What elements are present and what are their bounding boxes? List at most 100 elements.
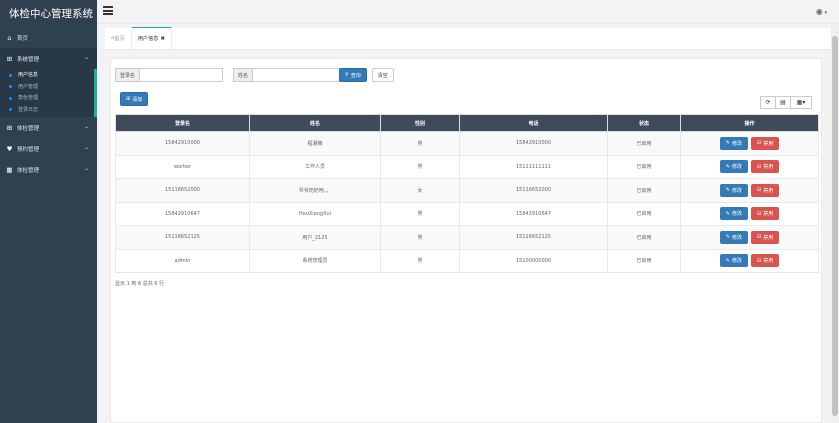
refresh-icon[interactable]: ⟳ [760, 96, 776, 109]
edit-button-label: 修改 [731, 187, 742, 194]
column-header[interactable]: 登录名 [115, 114, 250, 132]
login-name-label: 登录名 [116, 69, 141, 81]
minus-square-icon: ⊟ [757, 187, 762, 194]
sidebar-menu: ⌂ 首页 ⊞ 系统管理 ⌄ [0, 27, 97, 69]
table-row[interactable]: 15116652000 爷爷奶奶呵。。女 15116652000 已启用 ✎ 修改 ⊟ 禁用 [115, 178, 819, 203]
edit-button-label: 修改 [731, 234, 742, 241]
actions-cell: ✎ 修改 ⊟ 禁用 [680, 225, 819, 250]
edit-button-label: 修改 [731, 164, 742, 171]
tab-home[interactable]: ⌂ 首页 [105, 27, 132, 49]
edit-button-label: 修改 [731, 258, 742, 265]
column-header[interactable]: 姓名 [249, 114, 381, 132]
table-cell: 女 [380, 178, 460, 203]
table-cell: 已启用 [607, 131, 681, 156]
edit-icon: ✎ [725, 140, 730, 147]
login-name-field: 登录名 [115, 68, 224, 82]
table-cell: 15116652125 [115, 225, 250, 250]
calendar-icon: ▦ [6, 165, 13, 174]
table-cell: 用户_2125 [249, 225, 381, 250]
sidebar-item-label: 体检管理 [17, 125, 40, 132]
search-form: 登录名 姓名 ⚲ 查询 清空 [115, 68, 394, 82]
tab-user-info[interactable]: 用户信息 ✖ [131, 27, 173, 49]
edit-button[interactable]: ✎ 修改 [719, 160, 748, 174]
disable-button[interactable]: ⊟ 禁用 [751, 183, 780, 197]
table-row[interactable]: 15116652125 用户_2125 男 15116652125 已启用 ✎ 修改 ⊟ 禁用 [115, 225, 819, 250]
table-row[interactable]: 15842910000 程湘楠男 15842910000 已启用 ✎ 修改 ⊟ 禁用 [115, 131, 819, 156]
table-cell: 已启用 [607, 154, 681, 179]
page-scrollbar[interactable] [831, 24, 839, 423]
edit-button[interactable]: ✎ 修改 [719, 207, 748, 221]
edit-button[interactable]: ✎ 修改 [719, 254, 748, 268]
table-toolbar: ⟳ ▤ ▦▾ [760, 96, 812, 109]
table-cell: 15842910647 [115, 201, 250, 226]
tab-label: 用户信息 [137, 36, 159, 42]
add-button-label: 添加 [132, 96, 143, 103]
table-cell: 系统管理员 [249, 248, 381, 273]
table-cell: 男 [380, 248, 460, 273]
sidebar-subitem-login-log[interactable]: 登录日志 [0, 104, 94, 116]
sidebar-item-exam[interactable]: ⊞ 体检管理 ⌄ [0, 117, 97, 138]
sidebar-item-label: 预约管理 [17, 146, 40, 153]
actions-cell: ✎ 修改 ⊟ 禁用 [680, 178, 819, 203]
name-field: 姓名 [233, 68, 341, 82]
column-header[interactable]: 操作 [680, 114, 819, 132]
sidebar-subitem-role-manage[interactable]: 角色管理 [0, 92, 94, 104]
plus-square-icon: ⊞ [6, 123, 13, 132]
add-button[interactable]: ⊞ 添加 [120, 92, 149, 106]
disable-button-label: 禁用 [763, 211, 774, 218]
table-row[interactable]: 15842910647 HouXiangXui 男 15842910647 已启用 ✎ 修改… [115, 201, 819, 226]
disable-button-label: 禁用 [763, 234, 774, 241]
table-cell: 已启用 [607, 178, 681, 203]
sidebar-submenu: 用户信息 用户管理 角色管理 登录日志 [0, 69, 97, 117]
page-tabs: ⌂ 首页 用户信息 ✖ [105, 27, 832, 50]
sidebar-item-exam-2[interactable]: ▦ 体检管理 ⌄ [0, 159, 97, 180]
edit-button[interactable]: ✎ 修改 [719, 230, 748, 244]
column-header[interactable]: 电话 [459, 114, 608, 132]
tab-label: 首页 [114, 35, 125, 42]
sidebar-item-system[interactable]: ⊞ 系统管理 ⌄ [0, 48, 97, 69]
edit-icon: ✎ [725, 257, 730, 264]
columns-dropdown-icon[interactable]: ▦▾ [790, 96, 812, 109]
sidebar-item-appointment[interactable]: ♥ 预约管理 ⌄ [0, 138, 97, 159]
sidebar-item-home[interactable]: ⌂ 首页 [0, 27, 97, 48]
sidebar-subitem-user-manage[interactable]: 用户管理 [0, 81, 94, 93]
edit-icon: ✎ [725, 187, 730, 194]
minus-square-icon: ⊟ [757, 210, 762, 217]
disable-button[interactable]: ⊟ 禁用 [751, 136, 780, 150]
minus-square-icon: ⊟ [757, 234, 762, 241]
edit-button[interactable]: ✎ 修改 [719, 136, 748, 150]
disable-button[interactable]: ⊟ 禁用 [751, 254, 780, 268]
caret-down-icon: ▾ [822, 10, 827, 16]
table-row[interactable]: worker 工作人员男 15111111111 已启用 ✎ 修改 ⊟ 禁用 [115, 154, 819, 179]
edit-button[interactable]: ✎ 修改 [719, 183, 748, 197]
disable-button[interactable]: ⊟ 禁用 [751, 230, 780, 244]
menu-toggle-icon[interactable] [103, 6, 113, 15]
reset-button[interactable]: 清空 [371, 68, 394, 82]
table-cell: 已启用 [607, 248, 681, 273]
table-header-row: 登录名 姓名 性别 电话 状态 操作 [115, 114, 819, 132]
user-icon: ◉ [815, 7, 823, 16]
chevron-down-icon: ⌄ [83, 54, 89, 61]
chevron-down-icon: ⌄ [83, 165, 89, 172]
user-dropdown[interactable]: ◉ ▾ [816, 7, 827, 16]
sidebar-menu-lower: ⊞ 体检管理 ⌄ ♥ 预约管理 ⌄ ▦ 体检管理 ⌄ [0, 117, 97, 180]
table-row[interactable]: admin 系统管理员男 15100000000 已启用 ✎ 修改 ⊟ 禁用 [115, 248, 819, 273]
close-circle-icon[interactable]: ✖ [160, 36, 165, 42]
minus-square-icon: ⊟ [757, 140, 762, 147]
scrollbar-thumb[interactable] [832, 36, 838, 416]
search-button[interactable]: ⚲ 查询 [339, 68, 367, 82]
sidebar-item-label: 系统管理 [17, 56, 40, 63]
column-header[interactable]: 状态 [607, 114, 681, 132]
login-name-input[interactable] [140, 69, 223, 81]
disable-button[interactable]: ⊟ 禁用 [751, 160, 780, 174]
table-cell: worker [115, 154, 250, 179]
disable-button[interactable]: ⊟ 禁用 [751, 207, 780, 221]
toggle-view-icon[interactable]: ▤ [775, 96, 791, 109]
sidebar: 体检中心管理系统 ⌂ 首页 ⊞ 系统管理 ⌄ 用户信息 用户管理 角色管理 登录… [0, 0, 97, 423]
sidebar-subitem-user-info[interactable]: 用户信息 [0, 69, 94, 81]
disable-button-label: 禁用 [763, 187, 774, 194]
sidebar-item-label: 体检管理 [17, 167, 40, 174]
name-input[interactable] [253, 69, 340, 81]
minus-square-icon: ⊟ [757, 257, 762, 264]
column-header[interactable]: 性别 [380, 114, 460, 132]
